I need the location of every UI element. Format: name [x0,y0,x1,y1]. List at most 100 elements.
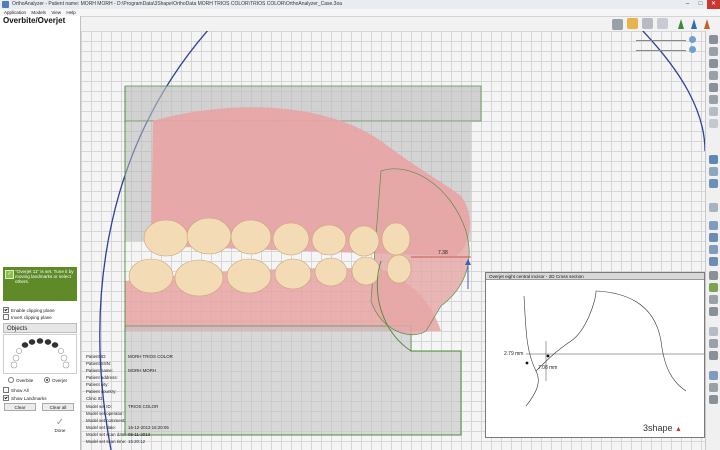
cone-view-icons[interactable] [674,17,714,30]
overjet-radio[interactable]: Overjet [44,377,67,383]
hand-tool-icon[interactable] [627,18,638,29]
info-row: Model set date: 16-12-2013 16:20:05 [86,425,169,430]
clip-toggle-icon[interactable] [689,36,696,43]
settings-icon[interactable] [709,395,718,404]
measure-icon[interactable] [709,271,718,280]
view-top-icon[interactable] [709,83,718,92]
dental-arch-diagram[interactable] [4,335,76,373]
incisor-profile-curve [535,290,597,372]
maximize-button[interactable]: □ [694,0,707,9]
checkbox-box[interactable] [3,307,9,313]
view-back-icon[interactable] [709,47,718,56]
clear-all-button[interactable]: Clear all [42,403,74,411]
brand-logo: 3shape ▲ [643,423,682,433]
status-message-text: "Overjet 11" is set. Tune it by moving l… [15,269,74,285]
pan-tool-icon[interactable] [657,18,668,29]
arch-icon[interactable] [709,327,718,336]
info-row: Patient SSN: [86,361,112,366]
move-icon[interactable] [709,383,718,392]
clear-button[interactable]: Clear [4,403,36,411]
brand-mark-icon: ▲ [675,426,682,433]
brand-name: 3shape [643,423,673,433]
menu-help[interactable]: Help [66,9,75,16]
grid-icon[interactable] [709,203,718,212]
cross-section-panel[interactable]: Overjet eight central incisor - 2D Cross… [485,272,705,438]
section-icon[interactable] [709,295,718,304]
model-base-lower [124,325,462,436]
overjet-label: Overjet [52,377,67,383]
tooth-icon[interactable] [709,257,718,266]
info-row: Patient city: [86,382,109,387]
minimize-button[interactable]: – [681,0,694,9]
rotate-tool-icon[interactable] [642,18,653,29]
show-all-label: Show All [11,387,29,393]
info-row: Patient name: MORH MORH [86,368,157,373]
overbite-label: Overbite [16,377,34,383]
arch-selector[interactable] [3,334,77,374]
menu-models[interactable]: Models [31,9,46,16]
info-row: Model set comment: [86,418,126,423]
show-landmarks-checkbox[interactable]: Show Landmarks [3,395,47,401]
view-bottom-icon[interactable] [709,95,718,104]
cross-section-title: Overjet eight central incisor - 2D Cross… [486,273,704,280]
menu-application[interactable]: Application [4,9,26,16]
zoom-icon[interactable] [709,107,718,116]
menu-view[interactable]: View [51,9,61,16]
checkbox-box[interactable] [3,387,9,393]
invert-clipping-checkbox[interactable]: Invert clipping plane [3,314,52,320]
objects-header: Objects [3,323,77,333]
occlusion-icon[interactable] [709,245,718,254]
show-landmarks-label: Show Landmarks [11,395,47,401]
clip-toggle-icon-2[interactable] [689,46,696,53]
enable-clipping-checkbox[interactable]: Enable clipping plane [3,307,55,313]
overbite-radio[interactable]: Overbite [8,377,33,383]
bolton-icon[interactable] [709,371,718,380]
window-title: OrthoAnalyzer - Patient name: MORH MORH … [12,1,343,7]
checkbox-box[interactable] [3,314,9,320]
done-label: Done [54,428,66,433]
lower-jaw-icon[interactable] [709,233,718,242]
overjet-tool-icon[interactable] [709,283,718,292]
info-row: Patient ID: MORH TRIOS COLOR [86,354,173,359]
close-button[interactable]: ✕ [707,0,720,9]
panel-title: Overbite/Overjet [3,16,66,25]
landmark-icon[interactable] [709,307,718,316]
upper-profile-curve [595,290,687,392]
view-front-icon[interactable] [709,35,718,44]
patient-info: Patient ID: MORH TRIOS COLOR Patient SSN:… [86,353,173,402]
radio-dot[interactable] [8,377,14,383]
model-info: Model set ID: TRIOS COLOR Model set opera… [86,403,169,445]
radio-dot[interactable] [44,377,50,383]
done-button[interactable]: ✓ Done [50,417,70,434]
show-all-checkbox[interactable]: Show All [3,387,29,393]
landmark-point[interactable] [546,354,550,358]
view-right-icon[interactable] [709,71,718,80]
checkmark-icon: ✓ [5,270,14,279]
search-icon[interactable] [709,119,718,128]
info-row: Model set ID: TRIOS COLOR [86,404,159,409]
invert-clipping-label: Invert clipping plane [11,314,52,320]
model-icon[interactable] [709,179,718,188]
view-slider-2[interactable] [636,50,686,51]
enable-clipping-label: Enable clipping plane [11,307,55,313]
layers-icon[interactable] [709,167,718,176]
upper-jaw-icon[interactable] [709,221,718,230]
globe-icon[interactable] [709,155,718,164]
info-row: Clinic ID: [86,396,104,401]
info-row: Patient country: [86,389,117,394]
done-check-icon: ✓ [55,417,65,428]
measurement-3d-label: 7.38 [438,250,448,256]
space-icon[interactable] [709,339,718,348]
curve-icon[interactable] [709,351,718,360]
menu-bar: Application Models View Help [0,9,720,17]
info-row: Model set scan time: 15:20:12 [86,439,146,444]
checkbox-box[interactable] [3,395,9,401]
view-left-icon[interactable] [709,59,718,68]
landmark-point[interactable] [525,361,529,365]
lower-profile-curve [523,295,539,407]
model-view-icon[interactable] [612,19,623,30]
view-slider-1[interactable] [636,40,686,41]
right-toolbar [705,31,720,450]
cross-section-plot[interactable]: 2.79 mm 7.08 mm [486,281,704,438]
overbite-value-label: 2.79 mm [504,351,523,357]
